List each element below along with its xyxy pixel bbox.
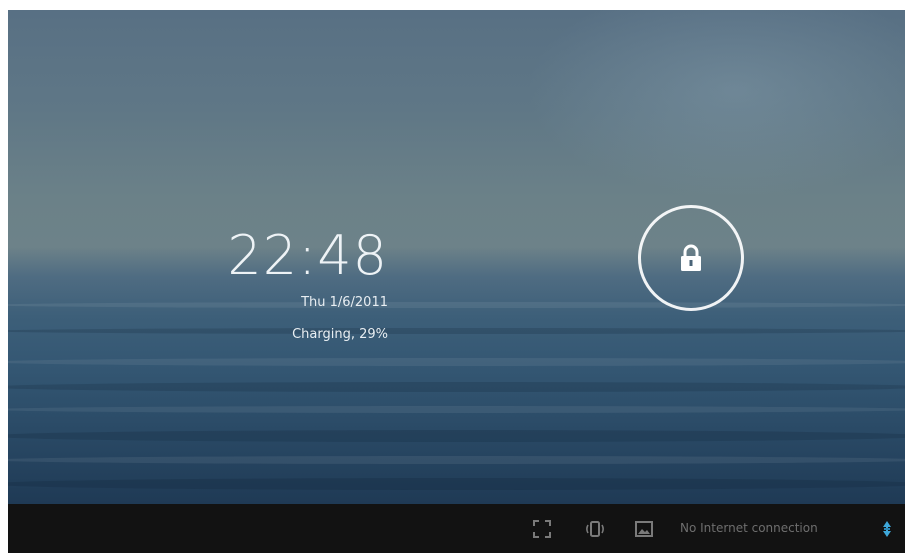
- wave-line: [8, 358, 905, 366]
- clock-date: Thu 1/6/2011: [301, 295, 388, 310]
- network-status-text: No Internet connection: [680, 521, 818, 535]
- wave-line: [8, 302, 905, 308]
- lockscreen-clock: 22:48 Thu 1/6/2011 Charging, 29%: [227, 226, 388, 344]
- gallery-icon[interactable]: [634, 519, 654, 539]
- screen-rotation-icon[interactable]: [585, 519, 605, 539]
- device-screen: 22:48 Thu 1/6/2011 Charging, 29% No Inte…: [8, 10, 905, 553]
- battery-status: Charging, 29%: [292, 327, 388, 342]
- ocean-wallpaper: 22:48 Thu 1/6/2011 Charging, 29%: [8, 10, 905, 504]
- sky-glow: [525, 10, 905, 200]
- system-bar: No Internet connection: [8, 504, 905, 553]
- unlock-ring[interactable]: [638, 205, 744, 311]
- data-connection-icon[interactable]: [877, 519, 897, 539]
- fullscreen-icon[interactable]: [532, 519, 552, 539]
- wave-line: [8, 328, 905, 334]
- clock-time: 22:48: [227, 224, 388, 287]
- wave-line: [8, 406, 905, 413]
- lock-icon: [681, 244, 701, 271]
- wave-line: [8, 478, 905, 490]
- wave-line: [8, 382, 905, 392]
- wave-line: [8, 430, 905, 442]
- wave-line: [8, 456, 905, 464]
